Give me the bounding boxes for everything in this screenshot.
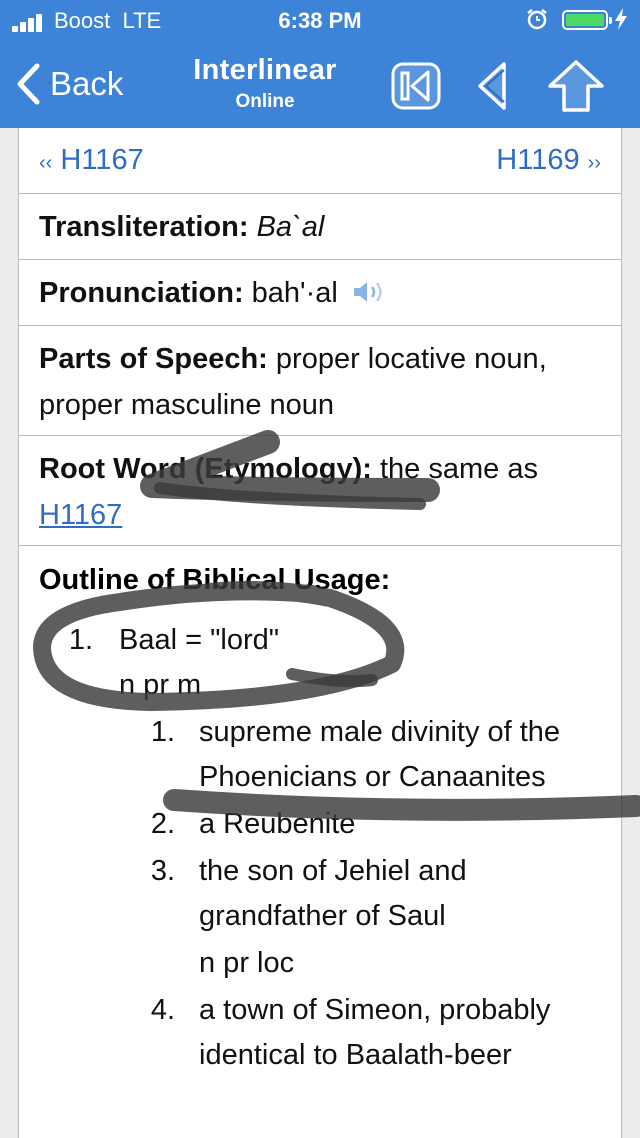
outline-title: Outline of Biblical Usage:	[39, 564, 391, 596]
chevron-left-icon	[17, 63, 40, 105]
list-item-tag: n pr loc	[199, 947, 295, 979]
top-bar: Boost LTE 6:38 PM Back Interlinear Onlin…	[0, 0, 640, 128]
list-item-number: 3.	[150, 855, 175, 887]
list-item: 2. a Reubenite	[39, 802, 601, 847]
list-item-number: 1.	[150, 716, 175, 748]
charging-bolt-icon	[615, 8, 627, 30]
page-subtitle: Online	[235, 91, 295, 112]
navigation-bar: Back Interlinear Online	[0, 40, 640, 128]
page-title: Interlinear	[193, 54, 337, 86]
double-chevron-right-icon: ››	[587, 152, 601, 174]
list-item-number: 4.	[150, 994, 175, 1026]
transliteration-label: Transliteration:	[39, 211, 249, 243]
outline-section: Outline of Biblical Usage: 1. Baal = "lo…	[19, 546, 621, 1078]
parts-of-speech-label: Parts of Speech:	[39, 343, 268, 375]
pronunciation-row: Pronunciation: bah'·al	[19, 260, 621, 326]
list-item-number: 2.	[150, 808, 175, 840]
first-page-icon[interactable]	[388, 58, 444, 114]
transliteration-row: Transliteration: Ba`al	[19, 194, 621, 260]
root-word-label: Root Word (Etymology):	[39, 453, 372, 485]
entry-navigation: ‹‹ H1167 H1169 ››	[19, 128, 621, 194]
nav-title-block: Interlinear Online	[160, 54, 370, 113]
list-item-text: Baal = "lord"	[119, 624, 280, 656]
parts-of-speech-row: Parts of Speech: proper locative noun, p…	[19, 326, 621, 436]
next-entry-link[interactable]: H1169 ››	[496, 144, 601, 177]
alarm-icon	[527, 9, 547, 30]
double-chevron-left-icon: ‹‹	[39, 152, 53, 174]
list-item: 3. the son of Jehiel and grandfather of …	[39, 849, 601, 939]
list-item-text: a town of Simeon, probably identical to …	[199, 994, 551, 1071]
previous-entry-link[interactable]: ‹‹ H1167	[39, 144, 144, 177]
root-word-value: the same as	[379, 453, 538, 485]
root-word-link[interactable]: H1167	[39, 499, 122, 531]
list-item-tag: n pr m	[119, 669, 202, 701]
pronunciation-label: Pronunciation:	[39, 277, 244, 309]
transliteration-value: Ba`al	[256, 211, 325, 243]
list-item-number: 1.	[68, 624, 93, 656]
entry-card: ‹‹ H1167 H1169 ›› Transliteration: Ba`al…	[18, 128, 622, 1138]
battery-icon	[562, 10, 612, 30]
list-item: 1. Baal = "lord"	[39, 618, 601, 663]
list-item-text: the son of Jehiel and grandfather of Sau…	[199, 855, 467, 932]
back-button[interactable]: Back	[16, 60, 123, 108]
root-word-row: Root Word (Etymology): the same as H1167	[19, 436, 621, 546]
list-item: 4. a town of Simeon, probably identical …	[39, 988, 601, 1078]
status-bar: Boost LTE 6:38 PM	[0, 0, 640, 40]
list-item-text: supreme male divinity of the Phoenicians…	[199, 716, 561, 793]
up-icon[interactable]	[546, 58, 606, 114]
previous-icon[interactable]	[466, 58, 522, 114]
list-item-text: a Reubenite	[199, 808, 356, 840]
back-label: Back	[50, 65, 124, 102]
pronunciation-value: bah'·al	[251, 277, 338, 309]
list-item: 1. supreme male divinity of the Phoenici…	[39, 710, 601, 800]
speaker-icon[interactable]	[352, 279, 388, 305]
outline-list: 1. Baal = "lord" n pr m 1. supreme male …	[39, 618, 601, 1078]
